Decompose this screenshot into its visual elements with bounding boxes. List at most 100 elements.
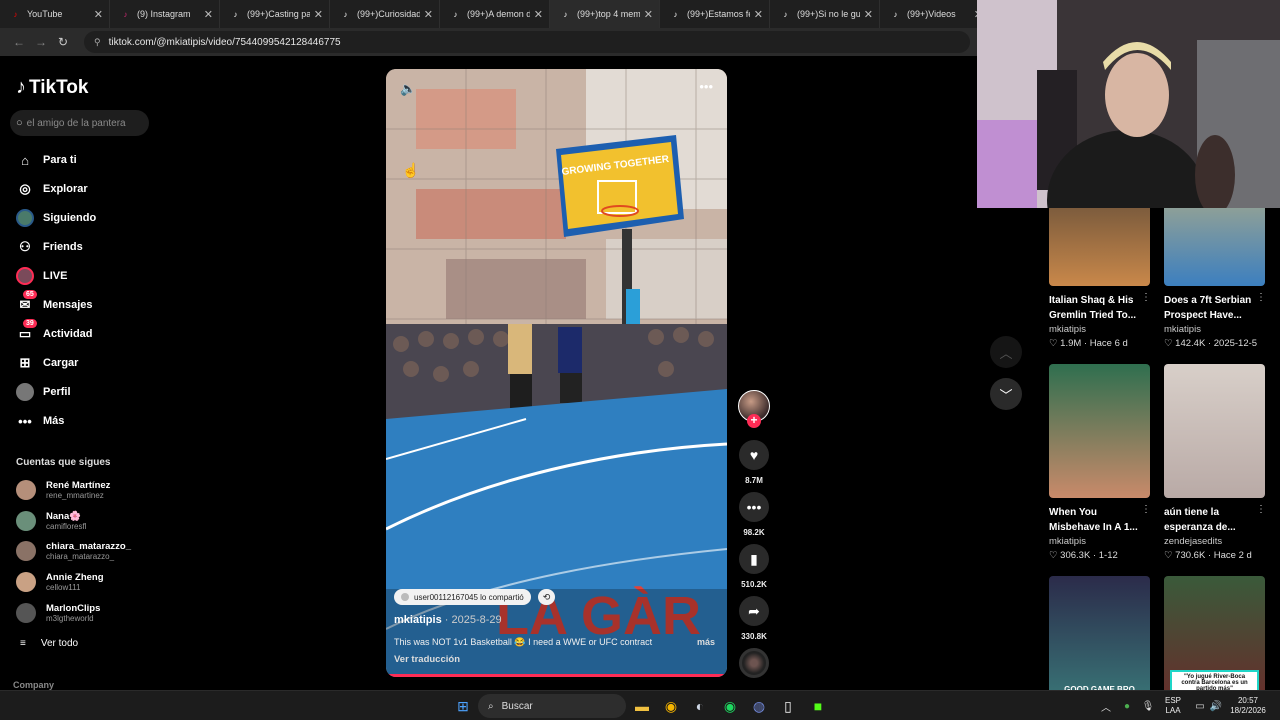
browser-tab[interactable]: ♪ (9) Instagram ✕ — [110, 0, 220, 28]
browser-tab[interactable]: ♪ (99+)Estamos feli ✕ — [660, 0, 770, 28]
more-options-icon[interactable]: ⋮ — [1256, 504, 1266, 515]
sidebar-item-mensajes[interactable]: ✉ 65 Mensajes — [16, 290, 93, 316]
close-tab-icon[interactable]: ✕ — [644, 8, 653, 21]
browser-tab[interactable]: ♪(99+)Videos✕ — [880, 0, 979, 28]
tray-overflow-icon[interactable]: ︿ — [1096, 696, 1116, 716]
save-button[interactable]: ▮ 510.2K — [738, 544, 770, 589]
like-button[interactable]: ♥ 8.7M — [738, 440, 770, 485]
close-tab-icon[interactable]: ✕ — [204, 8, 213, 21]
next-video-button[interactable]: ﹀ — [990, 378, 1022, 410]
video-title[interactable]: aún tiene la esperanza de... — [1164, 505, 1258, 535]
related-video-card[interactable]: ⋮ Italian Shaq & His Gremlin Tried To... m… — [1049, 208, 1155, 349]
close-tab-icon[interactable]: ✕ — [94, 8, 103, 21]
tray-app-icon[interactable]: ● — [1117, 696, 1137, 716]
follow-plus-icon[interactable]: + — [747, 414, 761, 428]
file-explorer-icon[interactable]: ▬ — [632, 696, 652, 716]
close-tab-icon[interactable]: ✕ — [864, 8, 873, 21]
description-more-button[interactable]: más — [697, 637, 715, 647]
shared-by-chip[interactable]: user00112167045 lo compartió — [394, 589, 531, 605]
search-input[interactable]: ○ el amigo de la pantera — [10, 110, 149, 136]
previous-video-button[interactable]: ︿ — [990, 336, 1022, 368]
video-author[interactable]: mkiatipis — [1049, 324, 1155, 335]
kick-icon[interactable]: ■ — [808, 696, 828, 716]
close-tab-icon[interactable]: ✕ — [424, 8, 433, 21]
sidebar-item-para-ti[interactable]: ⌂ Para ti — [16, 149, 77, 171]
back-icon[interactable]: ← — [8, 35, 30, 49]
clock[interactable]: 20:57 18/2/2026 — [1226, 696, 1270, 716]
browser-tab[interactable]: ♪ (99+)Casting para ✕ — [220, 0, 330, 28]
sidebar-item-cargar[interactable]: ⊞ Cargar — [16, 352, 79, 374]
following-account[interactable]: Nana🌸 camifloresfl — [16, 507, 156, 535]
sidebar-item-live[interactable]: LIVE — [16, 265, 67, 287]
video-thumbnail[interactable]: GOOD GAME BRO — [1049, 576, 1150, 690]
music-disc-icon[interactable] — [739, 648, 769, 678]
browser-tab[interactable]: ♪ (99+)top 4 meme ✕ — [550, 0, 660, 28]
tiktok-logo[interactable]: ♪ TikTok — [16, 76, 88, 99]
chrome-icon[interactable]: ◉ — [661, 696, 681, 716]
video-thumbnail[interactable] — [1164, 208, 1265, 286]
related-video-card[interactable]: ⋮ When You Misbehave In A 1... mkiatipis ♡ … — [1049, 364, 1155, 561]
volume-icon[interactable]: 🔊 — [1206, 696, 1226, 716]
browser-tab[interactable]: ♪ YouTube ✕ — [0, 0, 110, 28]
video-title[interactable]: Does a 7ft Serbian Prospect Have... — [1164, 293, 1258, 323]
video-title[interactable]: Italian Shaq & His Gremlin Tried To... — [1049, 293, 1143, 323]
related-video-card[interactable]: GOOD GAME BRO — [1049, 576, 1155, 690]
video-progress-bar[interactable] — [386, 674, 727, 677]
reload-icon[interactable]: ↻ — [52, 35, 74, 49]
following-account[interactable]: MarlonClips m3lgtheworld — [16, 599, 156, 627]
volume-icon[interactable]: 🔈 — [400, 81, 416, 97]
close-tab-icon[interactable]: ✕ — [754, 8, 763, 21]
author-avatar-button[interactable]: + — [738, 390, 770, 428]
forward-icon[interactable]: → — [30, 35, 52, 49]
share-button[interactable]: ➦ 330.8K — [738, 596, 770, 641]
search-placeholder: el amigo de la pantera — [26, 117, 126, 129]
video-player[interactable]: GROWING TOGETHER LA GÀR 🔈 ••• user001121… — [386, 69, 727, 677]
browser-tab[interactable]: ♪ (99+)Si no le gust ✕ — [770, 0, 880, 28]
sidebar-item-explorar[interactable]: ◎ Explorar — [16, 178, 87, 200]
following-account[interactable]: Annie Zheng cellow111 — [16, 568, 156, 596]
sidebar-item-m-s[interactable]: ••• Más — [16, 410, 64, 432]
site-info-icon[interactable]: ⚲ — [94, 37, 101, 48]
close-tab-icon[interactable]: ✕ — [314, 8, 323, 21]
more-options-icon[interactable]: ⋮ — [1256, 292, 1266, 303]
browser-tab[interactable]: ♪ (99+)A demon de ✕ — [440, 0, 550, 28]
language-indicator[interactable]: ESP LAA — [1160, 696, 1186, 716]
video-thumbnail[interactable] — [1049, 364, 1150, 498]
video-thumbnail[interactable] — [1164, 364, 1265, 498]
steam-icon[interactable]: ◐ — [690, 696, 710, 716]
tiktok-icon: ♪ — [233, 9, 238, 19]
video-author[interactable]: mkiatipis — [1164, 324, 1270, 335]
more-options-icon[interactable]: ⋮ — [1141, 292, 1151, 303]
spotify-icon[interactable]: ◉ — [720, 696, 740, 716]
sidebar-item-siguiendo[interactable]: Siguiendo — [16, 207, 96, 229]
sidebar-item-friends[interactable]: ⚇ Friends — [16, 236, 83, 258]
video-author[interactable]: mkiatipis · 2025-8-29 — [394, 614, 502, 626]
related-video-card[interactable]: "Yo jugué River-Boca contra Barcelona es… — [1164, 576, 1270, 690]
discord-icon[interactable]: ◍ — [749, 696, 769, 716]
repost-icon[interactable]: ⟲ — [538, 589, 555, 605]
related-video-card[interactable]: ⋮ aún tiene la esperanza de... zendejasedi… — [1164, 364, 1270, 561]
notepad-icon[interactable]: ▯ — [778, 696, 798, 716]
video-author[interactable]: mkiatipis — [1049, 536, 1155, 547]
company-link[interactable]: Company — [13, 680, 54, 690]
video-author[interactable]: zendejasedits — [1164, 536, 1270, 547]
address-bar[interactable]: ⚲ tiktok.com/@mkiatipis/video/7544099542… — [84, 31, 970, 53]
video-title[interactable]: When You Misbehave In A 1... — [1049, 505, 1143, 535]
windows-start-icon[interactable]: ⊞ — [453, 696, 473, 716]
following-account[interactable]: chiara_matarazzo_ chiara_matarazzo_ — [16, 537, 156, 565]
close-tab-icon[interactable]: ✕ — [534, 8, 543, 21]
translate-button[interactable]: Ver traducción — [394, 654, 460, 665]
microphone-icon[interactable]: 🎙 — [1138, 696, 1158, 716]
sidebar-item-actividad[interactable]: ▭ 39 Actividad — [16, 319, 93, 345]
see-all-button[interactable]: ≡ Ver todo — [20, 638, 78, 649]
browser-tab[interactable]: ♪ (99+)Curiosidades ✕ — [330, 0, 440, 28]
video-thumbnail[interactable]: "Yo jugué River-Boca contra Barcelona es… — [1164, 576, 1265, 690]
video-thumbnail[interactable] — [1049, 208, 1150, 286]
related-video-card[interactable]: ⋮ Does a 7ft Serbian Prospect Have... mkia… — [1164, 208, 1270, 349]
taskbar-search[interactable]: ⌕ Buscar — [478, 694, 626, 718]
more-options-icon[interactable]: ⋮ — [1141, 504, 1151, 515]
sidebar-item-perfil[interactable]: Perfil — [16, 381, 71, 403]
comment-button[interactable]: ••• 98.2K — [738, 492, 770, 537]
more-options-icon[interactable]: ••• — [699, 79, 713, 94]
following-account[interactable]: René Martínez rene_mmartinez — [16, 476, 156, 504]
